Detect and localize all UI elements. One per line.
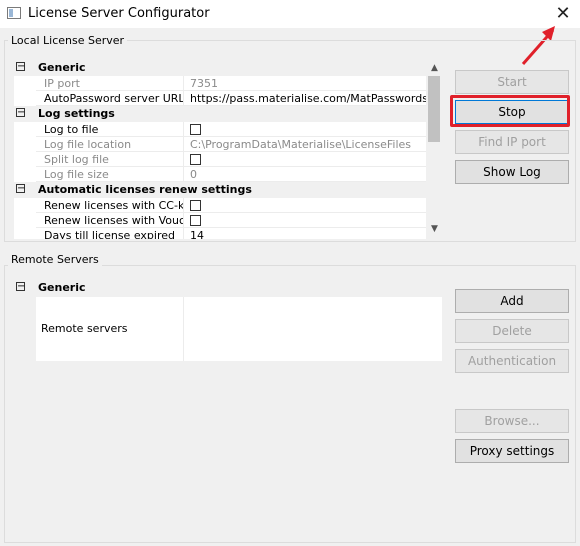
- scroll-down-icon[interactable]: ▼: [426, 223, 443, 235]
- renew-voucher-checkbox[interactable]: [190, 215, 201, 226]
- window-title: License Server Configurator: [28, 6, 210, 21]
- scroll-up-icon[interactable]: ▲: [426, 62, 443, 74]
- find-ip-port-button[interactable]: Find IP port: [455, 130, 569, 154]
- collapse-icon[interactable]: −: [16, 282, 25, 292]
- delete-button[interactable]: Delete: [455, 319, 569, 343]
- property-row-days-till-expired[interactable]: Days till license expired 14: [36, 228, 426, 239]
- property-row-log-file-location[interactable]: Log file location C:\ProgramData\Materia…: [36, 137, 426, 152]
- property-row-ip-port[interactable]: IP port 7351: [36, 76, 426, 91]
- collapse-icon[interactable]: −: [16, 108, 25, 118]
- collapse-icon[interactable]: −: [16, 184, 25, 194]
- property-row-renew-voucher[interactable]: Renew licenses with Vouch...: [36, 213, 426, 228]
- browse-button[interactable]: Browse...: [455, 409, 569, 433]
- title-bar: License Server Configurator ✕: [0, 0, 580, 28]
- local-grid-scrollbar[interactable]: ▲ ▼: [426, 60, 443, 239]
- category-auto-renew: − Automatic licenses renew settings: [14, 182, 426, 198]
- remote-group-label: Remote Servers: [8, 253, 102, 266]
- local-group-label: Local License Server: [8, 34, 128, 47]
- stop-highlight-box: [450, 95, 570, 127]
- start-button[interactable]: Start: [455, 70, 569, 94]
- property-row-remote-servers[interactable]: Remote servers: [36, 297, 442, 361]
- local-property-grid[interactable]: − Generic IP port 7351 AutoPassword serv…: [14, 60, 426, 239]
- log-to-file-checkbox[interactable]: [190, 124, 201, 135]
- property-row-log-to-file[interactable]: Log to file: [36, 122, 426, 137]
- property-row-renew-cc-key[interactable]: Renew licenses with CC-key: [36, 198, 426, 213]
- property-row-log-file-size[interactable]: Log file size 0: [36, 167, 426, 182]
- category-log-settings: − Log settings: [14, 106, 426, 122]
- add-button[interactable]: Add: [455, 289, 569, 313]
- authentication-button[interactable]: Authentication: [455, 349, 569, 373]
- remote-property-grid[interactable]: − Generic Remote servers: [14, 280, 442, 362]
- category-generic: − Generic: [14, 60, 426, 76]
- scroll-thumb[interactable]: [428, 76, 440, 142]
- property-row-autopassword-url[interactable]: AutoPassword server URL https://pass.mat…: [36, 91, 426, 106]
- show-log-button[interactable]: Show Log: [455, 160, 569, 184]
- app-window-icon: [7, 7, 21, 19]
- collapse-icon[interactable]: −: [16, 62, 25, 72]
- remote-servers-label: Remote servers: [41, 297, 184, 361]
- renew-cc-key-checkbox[interactable]: [190, 200, 201, 211]
- category-remote-generic: − Generic: [14, 280, 442, 296]
- split-log-file-checkbox[interactable]: [190, 154, 201, 165]
- proxy-settings-button[interactable]: Proxy settings: [455, 439, 569, 463]
- property-row-split-log-file[interactable]: Split log file: [36, 152, 426, 167]
